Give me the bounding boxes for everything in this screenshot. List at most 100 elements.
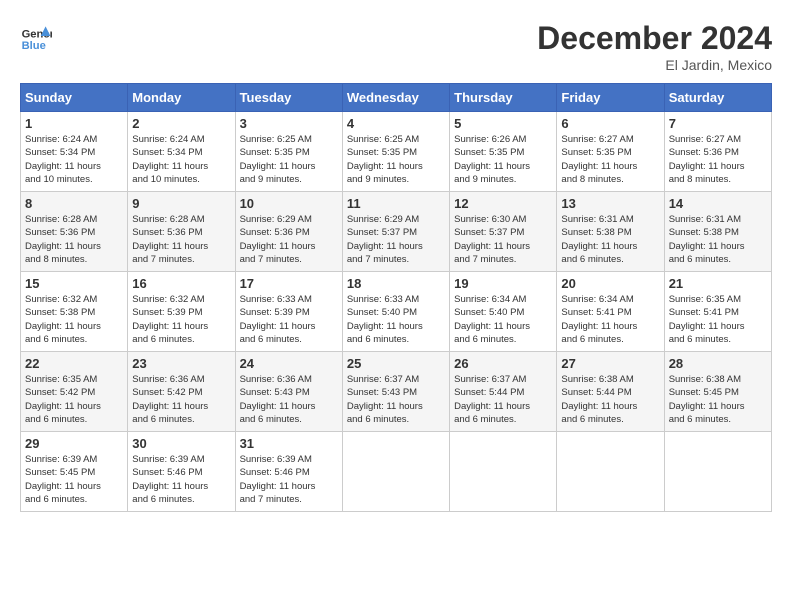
day-info: Sunrise: 6:27 AM Sunset: 5:35 PM Dayligh… xyxy=(561,133,659,186)
day-info: Sunrise: 6:38 AM Sunset: 5:44 PM Dayligh… xyxy=(561,373,659,426)
day-info: Sunrise: 6:35 AM Sunset: 5:42 PM Dayligh… xyxy=(25,373,123,426)
calendar-cell: 4 Sunrise: 6:25 AM Sunset: 5:35 PM Daylig… xyxy=(342,112,449,192)
day-info: Sunrise: 6:26 AM Sunset: 5:35 PM Dayligh… xyxy=(454,133,552,186)
svg-text:Blue: Blue xyxy=(22,40,46,52)
day-info: Sunrise: 6:34 AM Sunset: 5:40 PM Dayligh… xyxy=(454,293,552,346)
day-number: 9 xyxy=(132,196,230,211)
calendar-cell: 28Sunrise: 6:38 AM Sunset: 5:45 PM Dayli… xyxy=(664,352,771,432)
calendar-cell: 8 Sunrise: 6:28 AM Sunset: 5:36 PM Daylig… xyxy=(21,192,128,272)
calendar-cell: 31Sunrise: 6:39 AM Sunset: 5:46 PM Dayli… xyxy=(235,432,342,512)
calendar-cell: 18 Sunrise: 6:33 AM Sunset: 5:40 PM Dayli… xyxy=(342,272,449,352)
day-info: Sunrise: 6:33 AM Sunset: 5:40 PM Dayligh… xyxy=(347,293,445,346)
calendar-cell: 19 Sunrise: 6:34 AM Sunset: 5:40 PM Dayli… xyxy=(450,272,557,352)
calendar-cell: 17 Sunrise: 6:33 AM Sunset: 5:39 PM Dayli… xyxy=(235,272,342,352)
logo: General Blue xyxy=(20,20,52,52)
calendar-table: SundayMondayTuesdayWednesdayThursdayFrid… xyxy=(20,83,772,512)
page-title: December 2024 xyxy=(537,20,772,57)
calendar-cell: 22 Sunrise: 6:35 AM Sunset: 5:42 PM Dayli… xyxy=(21,352,128,432)
day-number: 26 xyxy=(454,356,552,371)
calendar-week-row: 22 Sunrise: 6:35 AM Sunset: 5:42 PM Dayli… xyxy=(21,352,772,432)
calendar-cell xyxy=(557,432,664,512)
day-info: Sunrise: 6:33 AM Sunset: 5:39 PM Dayligh… xyxy=(240,293,338,346)
day-info: Sunrise: 6:29 AM Sunset: 5:37 PM Dayligh… xyxy=(347,213,445,266)
calendar-cell: 7 Sunrise: 6:27 AM Sunset: 5:36 PM Daylig… xyxy=(664,112,771,192)
day-info: Sunrise: 6:31 AM Sunset: 5:38 PM Dayligh… xyxy=(669,213,767,266)
day-number: 14 xyxy=(669,196,767,211)
day-info: Sunrise: 6:28 AM Sunset: 5:36 PM Dayligh… xyxy=(25,213,123,266)
day-number: 21 xyxy=(669,276,767,291)
day-number: 8 xyxy=(25,196,123,211)
calendar-cell: 3Sunrise: 6:25 AM Sunset: 5:35 PM Daylig… xyxy=(235,112,342,192)
calendar-day-header: Wednesday xyxy=(342,84,449,112)
calendar-day-header: Saturday xyxy=(664,84,771,112)
day-info: Sunrise: 6:27 AM Sunset: 5:36 PM Dayligh… xyxy=(669,133,767,186)
calendar-cell: 29 Sunrise: 6:39 AM Sunset: 5:45 PM Dayli… xyxy=(21,432,128,512)
calendar-cell: 16Sunrise: 6:32 AM Sunset: 5:39 PM Dayli… xyxy=(128,272,235,352)
day-info: Sunrise: 6:39 AM Sunset: 5:46 PM Dayligh… xyxy=(240,453,338,506)
day-info: Sunrise: 6:37 AM Sunset: 5:44 PM Dayligh… xyxy=(454,373,552,426)
calendar-cell: 5 Sunrise: 6:26 AM Sunset: 5:35 PM Daylig… xyxy=(450,112,557,192)
day-number: 1 xyxy=(25,116,123,131)
calendar-day-header: Friday xyxy=(557,84,664,112)
day-number: 23 xyxy=(132,356,230,371)
day-info: Sunrise: 6:39 AM Sunset: 5:45 PM Dayligh… xyxy=(25,453,123,506)
day-info: Sunrise: 6:24 AM Sunset: 5:34 PM Dayligh… xyxy=(132,133,230,186)
calendar-week-row: 29 Sunrise: 6:39 AM Sunset: 5:45 PM Dayli… xyxy=(21,432,772,512)
calendar-cell: 13 Sunrise: 6:31 AM Sunset: 5:38 PM Dayli… xyxy=(557,192,664,272)
day-info: Sunrise: 6:37 AM Sunset: 5:43 PM Dayligh… xyxy=(347,373,445,426)
calendar-cell: 14 Sunrise: 6:31 AM Sunset: 5:38 PM Dayli… xyxy=(664,192,771,272)
day-number: 15 xyxy=(25,276,123,291)
day-number: 11 xyxy=(347,196,445,211)
day-number: 17 xyxy=(240,276,338,291)
page-header: General Blue December 2024 El Jardin, Me… xyxy=(20,20,772,73)
calendar-cell: 9 Sunrise: 6:28 AM Sunset: 5:36 PM Daylig… xyxy=(128,192,235,272)
day-number: 2 xyxy=(132,116,230,131)
day-info: Sunrise: 6:32 AM Sunset: 5:38 PM Dayligh… xyxy=(25,293,123,346)
day-number: 6 xyxy=(561,116,659,131)
day-number: 18 xyxy=(347,276,445,291)
logo-icon: General Blue xyxy=(20,20,52,52)
page-subtitle: El Jardin, Mexico xyxy=(537,57,772,73)
calendar-cell xyxy=(450,432,557,512)
calendar-day-header: Monday xyxy=(128,84,235,112)
day-info: Sunrise: 6:34 AM Sunset: 5:41 PM Dayligh… xyxy=(561,293,659,346)
calendar-cell: 10 Sunrise: 6:29 AM Sunset: 5:36 PM Dayli… xyxy=(235,192,342,272)
day-number: 10 xyxy=(240,196,338,211)
day-info: Sunrise: 6:28 AM Sunset: 5:36 PM Dayligh… xyxy=(132,213,230,266)
day-number: 13 xyxy=(561,196,659,211)
day-info: Sunrise: 6:36 AM Sunset: 5:43 PM Dayligh… xyxy=(240,373,338,426)
day-number: 20 xyxy=(561,276,659,291)
day-number: 27 xyxy=(561,356,659,371)
day-number: 29 xyxy=(25,436,123,451)
calendar-cell: 11 Sunrise: 6:29 AM Sunset: 5:37 PM Dayli… xyxy=(342,192,449,272)
calendar-cell: 24 Sunrise: 6:36 AM Sunset: 5:43 PM Dayli… xyxy=(235,352,342,432)
day-info: Sunrise: 6:31 AM Sunset: 5:38 PM Dayligh… xyxy=(561,213,659,266)
calendar-cell: 26 Sunrise: 6:37 AM Sunset: 5:44 PM Dayli… xyxy=(450,352,557,432)
day-info: Sunrise: 6:36 AM Sunset: 5:42 PM Dayligh… xyxy=(132,373,230,426)
calendar-week-row: 1 Sunrise: 6:24 AM Sunset: 5:34 PM Daylig… xyxy=(21,112,772,192)
day-number: 24 xyxy=(240,356,338,371)
day-number: 7 xyxy=(669,116,767,131)
day-info: Sunrise: 6:32 AM Sunset: 5:39 PM Dayligh… xyxy=(132,293,230,346)
day-info: Sunrise: 6:25 AM Sunset: 5:35 PM Dayligh… xyxy=(347,133,445,186)
day-number: 5 xyxy=(454,116,552,131)
title-section: December 2024 El Jardin, Mexico xyxy=(537,20,772,73)
day-number: 4 xyxy=(347,116,445,131)
calendar-day-header: Thursday xyxy=(450,84,557,112)
day-number: 30 xyxy=(132,436,230,451)
calendar-cell xyxy=(342,432,449,512)
calendar-week-row: 15 Sunrise: 6:32 AM Sunset: 5:38 PM Dayli… xyxy=(21,272,772,352)
calendar-cell: 25Sunrise: 6:37 AM Sunset: 5:43 PM Dayli… xyxy=(342,352,449,432)
calendar-cell: 12Sunrise: 6:30 AM Sunset: 5:37 PM Dayli… xyxy=(450,192,557,272)
day-info: Sunrise: 6:29 AM Sunset: 5:36 PM Dayligh… xyxy=(240,213,338,266)
day-info: Sunrise: 6:24 AM Sunset: 5:34 PM Dayligh… xyxy=(25,133,123,186)
day-number: 12 xyxy=(454,196,552,211)
day-info: Sunrise: 6:39 AM Sunset: 5:46 PM Dayligh… xyxy=(132,453,230,506)
day-number: 3 xyxy=(240,116,338,131)
calendar-cell: 27 Sunrise: 6:38 AM Sunset: 5:44 PM Dayli… xyxy=(557,352,664,432)
day-number: 19 xyxy=(454,276,552,291)
calendar-header-row: SundayMondayTuesdayWednesdayThursdayFrid… xyxy=(21,84,772,112)
calendar-cell: 30 Sunrise: 6:39 AM Sunset: 5:46 PM Dayli… xyxy=(128,432,235,512)
day-info: Sunrise: 6:35 AM Sunset: 5:41 PM Dayligh… xyxy=(669,293,767,346)
day-number: 22 xyxy=(25,356,123,371)
